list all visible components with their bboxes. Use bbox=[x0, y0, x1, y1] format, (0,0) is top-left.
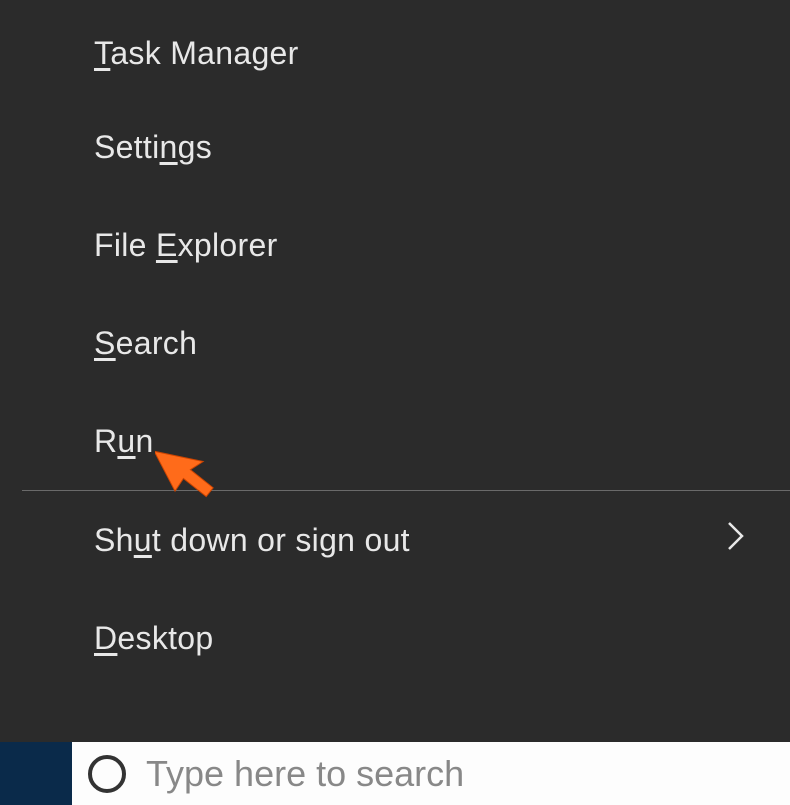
menu-item-desktop[interactable]: Desktop bbox=[22, 589, 790, 687]
menu-label: Search bbox=[94, 325, 197, 362]
menu-label: File Explorer bbox=[94, 227, 278, 264]
winx-context-menu: Task Manager Settings File Explorer Sear… bbox=[22, 0, 790, 742]
menu-item-run[interactable]: Run bbox=[22, 392, 790, 490]
menu-item-search[interactable]: Search bbox=[22, 294, 790, 392]
menu-label: Settings bbox=[94, 129, 212, 166]
menu-label: Desktop bbox=[94, 620, 214, 657]
start-button[interactable] bbox=[0, 742, 72, 805]
menu-label: Shut down or sign out bbox=[94, 522, 410, 559]
search-icon bbox=[88, 755, 126, 793]
chevron-right-icon bbox=[727, 521, 745, 559]
taskbar-search-box[interactable]: Type here to search bbox=[72, 742, 790, 805]
menu-label: Run bbox=[94, 423, 154, 460]
menu-item-task-manager[interactable]: Task Manager bbox=[22, 0, 790, 98]
search-placeholder: Type here to search bbox=[146, 753, 464, 795]
menu-item-settings[interactable]: Settings bbox=[22, 98, 790, 196]
menu-item-file-explorer[interactable]: File Explorer bbox=[22, 196, 790, 294]
menu-item-shutdown[interactable]: Shut down or sign out bbox=[22, 491, 790, 589]
menu-label: Task Manager bbox=[94, 35, 299, 72]
taskbar: Type here to search bbox=[0, 742, 790, 805]
